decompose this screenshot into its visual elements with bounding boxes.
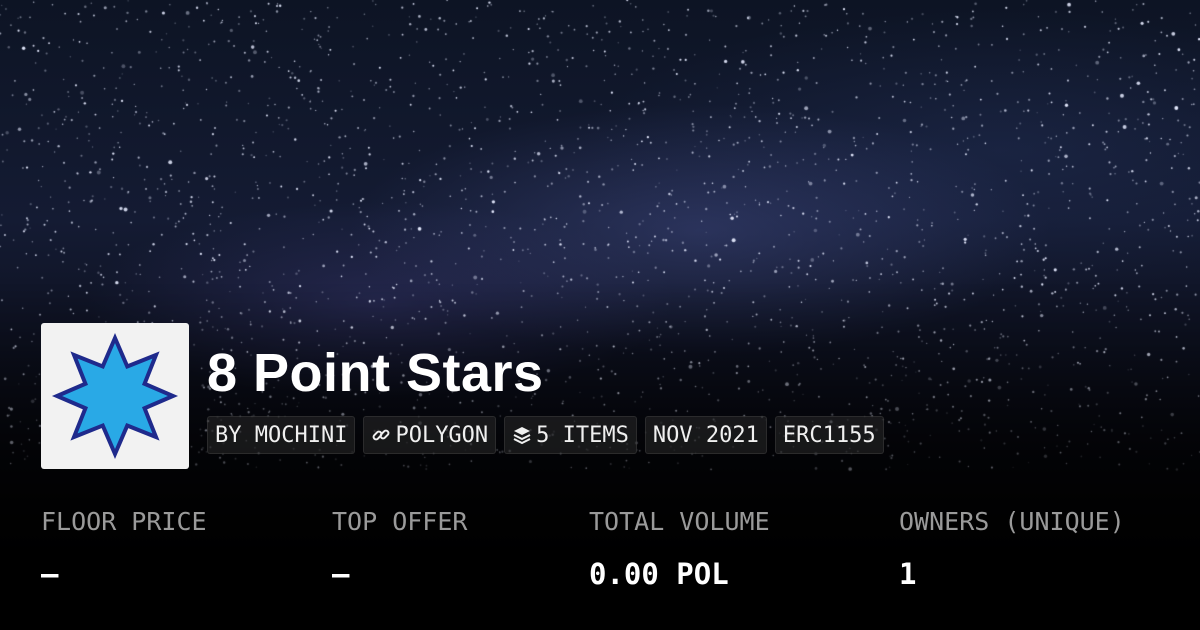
collection-title: 8 Point Stars bbox=[207, 343, 544, 403]
stat-owners: OWNERS (UNIQUE) 1 bbox=[899, 506, 1125, 592]
stat-floor-price-label: FLOOR PRICE bbox=[41, 507, 207, 536]
eight-point-star-icon bbox=[51, 332, 179, 460]
tag-token-standard: ERC1155 bbox=[774, 416, 884, 454]
tag-chain: POLYGON bbox=[363, 416, 497, 454]
layers-icon bbox=[513, 427, 531, 445]
stat-top-offer: TOP OFFER – bbox=[332, 506, 467, 592]
collection-tags: BY MOCHINI POLYGON 5 ITEMS NOV 2021 ERC1… bbox=[207, 416, 884, 454]
stat-owners-label: OWNERS (UNIQUE) bbox=[899, 507, 1125, 536]
tag-chain-label: POLYGON bbox=[395, 422, 489, 448]
tag-token-standard-label: ERC1155 bbox=[782, 422, 876, 448]
stat-owners-value: 1 bbox=[899, 557, 917, 591]
stat-total-volume-value: 0.00 POL bbox=[589, 557, 729, 591]
tag-items: 5 ITEMS bbox=[504, 416, 637, 454]
stat-total-volume-label: TOTAL VOLUME bbox=[589, 507, 770, 536]
tag-creator[interactable]: BY MOCHINI bbox=[207, 416, 356, 454]
chain-link-icon bbox=[373, 429, 390, 441]
collection-logo bbox=[41, 323, 189, 469]
stat-floor-price-value: – bbox=[41, 557, 59, 591]
stat-top-offer-value: – bbox=[332, 557, 350, 591]
stat-total-volume: TOTAL VOLUME 0.00 POL bbox=[589, 506, 770, 592]
tag-creator-label: BY MOCHINI bbox=[215, 422, 348, 448]
collection-preview-card: 8 Point Stars BY MOCHINI POLYGON 5 ITEMS… bbox=[0, 0, 1200, 630]
tag-items-label: 5 ITEMS bbox=[536, 422, 629, 448]
stat-top-offer-label: TOP OFFER bbox=[332, 507, 468, 536]
stat-floor-price: FLOOR PRICE – bbox=[41, 506, 207, 592]
tag-created-date-label: NOV 2021 bbox=[652, 422, 759, 448]
tag-created-date: NOV 2021 bbox=[644, 416, 767, 454]
